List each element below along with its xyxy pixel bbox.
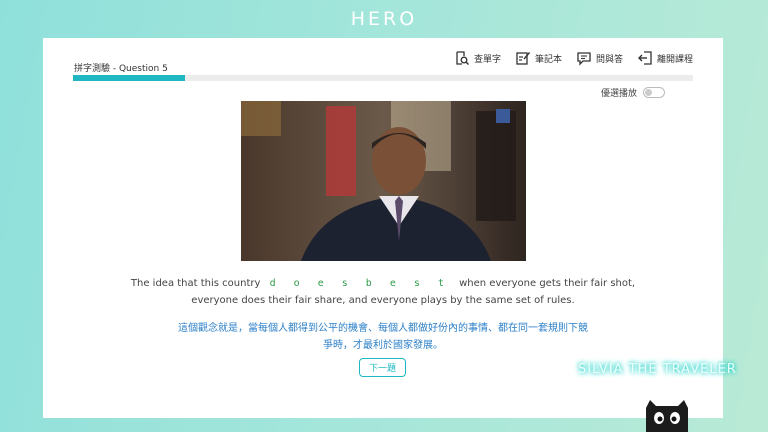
exit-course-label: 離開課程 [656,54,693,65]
sentence-line-1: The idea that this country d o e s b e s… [43,275,723,292]
autoplay-toggle[interactable] [643,87,665,98]
lookup-word-label: 查單字 [473,54,501,65]
lesson-card: 拼字測驗 - Question 5 查單字 筆記本 問與答 離開課程 優選播放 … [43,38,723,418]
brand-logo: HERO [350,8,418,30]
lookup-word-button[interactable]: 查單字 [454,50,501,66]
translation-line-1: 這個觀念就是，當每個人都得到公平的機會、每個人都做好份內的事情、都在同一套規則下… [178,323,588,334]
channel-watermark: SILVIA THE TRAVELER [578,362,737,377]
qa-label: 問與答 [595,54,623,65]
chinese-translation: 這個觀念就是，當每個人都得到公平的機會、每個人都做好份內的事情、都在同一套規則下… [43,320,723,354]
video-frame [241,101,526,261]
notebook-button[interactable]: 筆記本 [515,50,562,66]
video-player[interactable] [241,101,526,261]
translation-line-2: 爭時，才最利於國家發展。 [323,340,443,351]
answer-blank[interactable]: d o e s b e s t [270,278,450,289]
quiz-title: 拼字測驗 - Question 5 [74,64,168,74]
dictation-sentence: The idea that this country d o e s b e s… [43,275,723,309]
exit-icon [637,51,652,65]
exit-course-button[interactable]: 離開課程 [637,50,693,66]
cat-mascot-icon [646,400,688,432]
notebook-label: 筆記本 [534,54,562,65]
autoplay-control: 優選播放 [601,86,665,99]
sentence-line-2: everyone does their fair share, and ever… [191,295,575,306]
sentence-after: when everyone gets their fair shot, [459,278,636,289]
sentence-before: The idea that this country [130,278,261,289]
search-doc-icon [456,51,469,65]
progress-fill [73,75,185,81]
qa-button[interactable]: 問與答 [576,50,623,66]
autoplay-label: 優選播放 [600,89,637,99]
chat-bubble-icon [577,52,591,66]
progress-bar [73,75,693,81]
toolbar: 查單字 筆記本 問與答 離開課程 [454,50,693,66]
edit-note-icon [516,52,530,65]
next-question-button[interactable]: 下一題 [359,358,406,377]
